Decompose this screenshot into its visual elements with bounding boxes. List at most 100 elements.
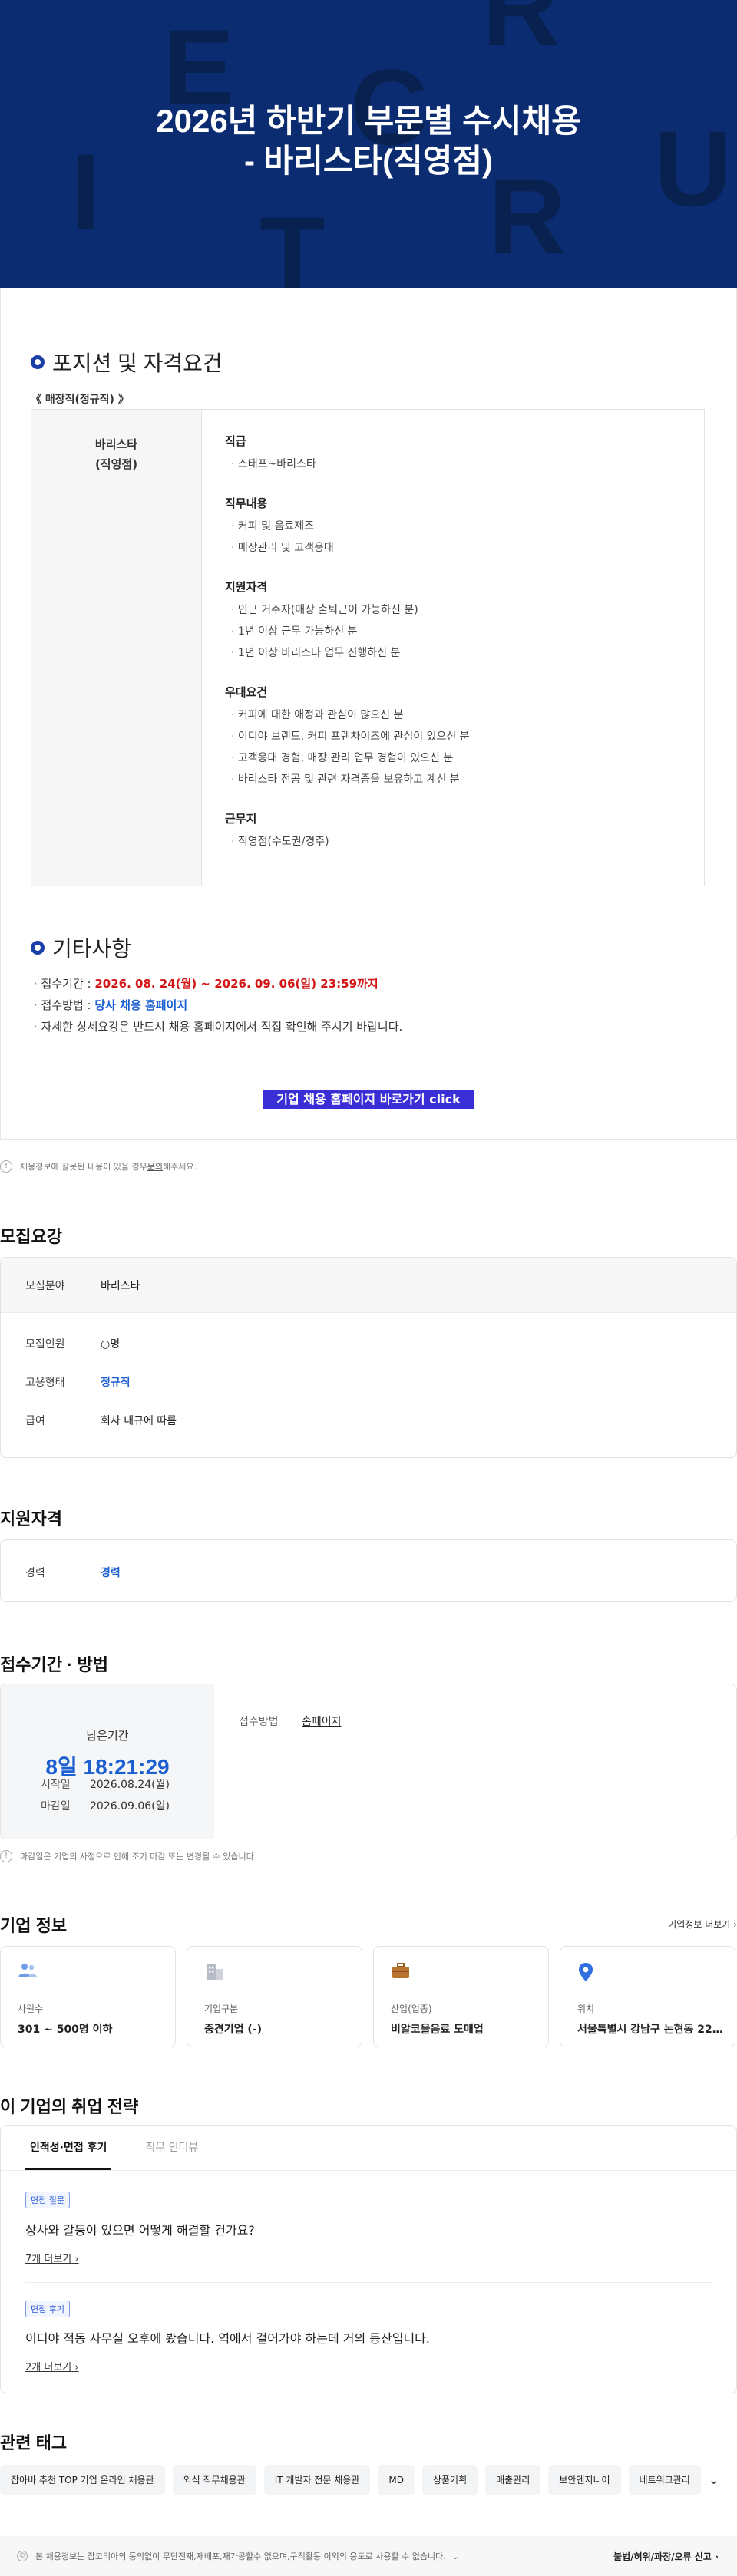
etc-list: 접수기간 : 2026. 08. 24(월) ~ 2026. 09. 06(일)… xyxy=(34,973,403,1037)
company-more-link[interactable]: 기업정보 더보기 › xyxy=(668,1918,737,1931)
recruit-pay-row: 급여 회사 내규에 따름 xyxy=(25,1415,177,1427)
req-group-location: 근무지 직영점(수도권/경주) xyxy=(225,810,681,853)
req-group-duties: 직무내용 커피 및 음료제조 매장관리 및 고객응대 xyxy=(225,495,681,559)
tag-item[interactable]: 보안엔지니어 xyxy=(548,2465,621,2495)
recruit-card: 모집분야 바리스타 모집인원 ○명 고용형태 정규직 급여 회사 내규에 따름 xyxy=(0,1257,737,1458)
recruit-banner: E R C U I T R 2026년 하반기 부문별 수시채용 - 바리스타(… xyxy=(0,0,737,288)
location-pin-icon xyxy=(577,1962,594,1987)
tag-item[interactable]: 외식 직무채용관 xyxy=(172,2465,256,2495)
interview-question-text[interactable]: 상사와 갈등이 있으면 어떻게 해결할 건가요? xyxy=(25,2220,255,2238)
category-label: 《 매장직(정규직) 》 xyxy=(31,394,129,406)
etc-period-value: 2026. 08. 24(월) ~ 2026. 09. 06(일) 23:59까… xyxy=(94,977,378,991)
deadline-notice: ! 마감일은 기업의 사정으로 인해 조기 마감 또는 변경될 수 있습니다 xyxy=(0,1850,254,1862)
item-divider xyxy=(25,2282,712,2283)
etc-period: 접수기간 : 2026. 08. 24(월) ~ 2026. 09. 06(일)… xyxy=(34,973,402,994)
requirements-table: 바리스타 (직영점) 직급 스태프~바리스타 직무내용 커피 및 음료제조 매장… xyxy=(31,409,705,886)
inquiry-link[interactable]: 문의 xyxy=(147,1160,163,1173)
tag-item[interactable]: 매출관리 xyxy=(485,2465,541,2495)
req-group-title: 지원자격 xyxy=(225,580,268,594)
company-card-type: 기업구분 중견기업 (-) xyxy=(187,1946,362,2047)
strategy-title: 이 기업의 취업 전략 xyxy=(0,2097,139,2116)
copyright-icon: © xyxy=(17,2551,28,2561)
circle-bullet-icon xyxy=(31,355,45,369)
banner-title-line2: - 바리스타(직영점) xyxy=(243,143,494,179)
role-line1: 바리스타 xyxy=(94,437,138,451)
req-group-title: 근무지 xyxy=(225,812,257,826)
tag-item[interactable]: 상품기획 xyxy=(421,2465,478,2495)
etc-method: 접수방법 : 당사 채용 홈페이지 xyxy=(34,994,402,1016)
etc-detail: 자세한 상세요강은 반드시 채용 홈페이지에서 직접 확인해 주시기 바랍니다. xyxy=(34,1016,403,1037)
req-group-title: 직급 xyxy=(225,434,246,448)
req-group-qualifications: 지원자격 인근 거주자(매장 출퇴근이 가능하신 분) 1년 이상 근무 가능하… xyxy=(225,579,681,664)
badge-interview-question: 면접 질문 xyxy=(25,2192,70,2208)
apply-card: 남은기간 8일 18:21:29 시작일 2026.08.24(월) 마감일 2… xyxy=(0,1684,737,1839)
end-date-row: 마감일 2026.09.06(일) xyxy=(41,1800,170,1812)
interview-question-more[interactable]: 7개 더보기 › xyxy=(25,2251,79,2265)
req-item: 매장관리 및 고객응대 xyxy=(225,537,681,559)
tag-item[interactable]: 네트워크관리 xyxy=(628,2465,701,2495)
req-group-rank: 직급 스태프~바리스타 xyxy=(225,433,681,475)
chevron-down-icon[interactable]: ⌄ xyxy=(452,2551,459,2561)
building-icon xyxy=(204,1962,224,1985)
req-item: 커피 및 음료제조 xyxy=(225,516,681,537)
etc-section-title: 기타사항 xyxy=(31,932,131,963)
banner-deco-letter: T xyxy=(259,194,326,289)
info-icon: ! xyxy=(0,1850,12,1862)
tag-item[interactable]: 잡아바 추천 TOP 기업 온라인 채용관 xyxy=(0,2465,165,2495)
position-section-title-text: 포지션 및 자격요건 xyxy=(52,351,223,375)
strategy-tabs: 인적성·면접 후기 직무 인터뷰 xyxy=(25,2126,232,2170)
start-date-row: 시작일 2026.08.24(월) xyxy=(41,1779,170,1791)
apply-title: 접수기간 · 방법 xyxy=(0,1655,108,1674)
info-icon: ! xyxy=(0,1160,12,1173)
qualification-card: 경력 경력 xyxy=(0,1539,737,1602)
req-item: 1년 이상 바리스타 업무 진행하신 분 xyxy=(225,642,681,664)
etc-section-title-text: 기타사항 xyxy=(52,937,132,961)
interview-review-text[interactable]: 이디야 적동 사무실 오후에 봤습니다. 역에서 걸어가야 하는데 거의 등산입… xyxy=(25,2328,430,2347)
apply-method-row: 접수방법 홈페이지 xyxy=(239,1713,342,1729)
interview-review-more[interactable]: 2개 더보기 › xyxy=(25,2359,79,2373)
tab-divider xyxy=(1,2170,736,2171)
requirements-detail: 직급 스태프~바리스타 직무내용 커피 및 음료제조 매장관리 및 고객응대 지… xyxy=(202,410,704,886)
recruit-field-row: 모집분야 바리스타 xyxy=(25,1280,140,1292)
tags-title: 관련 태그 xyxy=(0,2433,68,2452)
report-link[interactable]: 불법/허위/과장/오류 신고 › xyxy=(613,2550,719,2563)
people-icon xyxy=(18,1962,38,1984)
position-section-title: 포지션 및 자격요건 xyxy=(31,347,223,378)
career-row: 경력 경력 xyxy=(25,1567,121,1579)
remaining-period-panel: 남은기간 8일 18:21:29 시작일 2026.08.24(월) 마감일 2… xyxy=(1,1684,214,1839)
tag-list: 잡아바 추천 TOP 기업 온라인 채용관 외식 직무채용관 IT 개발자 전문… xyxy=(0,2465,703,2495)
chevron-right-icon: › xyxy=(74,2362,79,2373)
recruit-type-row: 고용형태 정규직 xyxy=(25,1377,131,1389)
tab-job-interview[interactable]: 직무 인터뷰 xyxy=(145,2126,198,2170)
tag-item[interactable]: MD xyxy=(378,2465,415,2495)
banner-title-line1: 2026년 하반기 부문별 수시채용 xyxy=(156,103,581,139)
req-item: 인근 거주자(매장 출퇴근이 가능하신 분) xyxy=(225,599,681,621)
req-item: 바리스타 전공 및 관련 자격증을 보유하고 계신 분 xyxy=(225,769,681,790)
chevron-right-icon: › xyxy=(74,2254,79,2265)
chevron-down-icon[interactable]: ⌄ xyxy=(709,2472,719,2487)
req-group-title: 우대요건 xyxy=(225,685,268,699)
role-cell: 바리스타 (직영점) xyxy=(31,410,202,886)
company-card-industry: 산업(업종) 비알코올음료 도매업 xyxy=(373,1946,549,2047)
banner-deco-letter: R xyxy=(482,0,560,68)
tab-interview-review[interactable]: 인적성·면접 후기 xyxy=(25,2126,112,2170)
tag-item[interactable]: IT 개발자 전문 채용관 xyxy=(263,2465,371,2495)
company-card-employees: 사원수 301 ~ 500명 이하 xyxy=(0,1946,176,2047)
error-report-notice: ! 채용정보에 잘못된 내용이 있을 경우 문의 해주세요. xyxy=(0,1160,197,1173)
company-card-location: 위치 서울특별시 강남구 논현동 221-… xyxy=(560,1946,735,2047)
company-homepage-button[interactable]: 기업 채용 홈페이지 바로가기 click xyxy=(263,1090,474,1109)
chevron-right-icon: › xyxy=(733,1919,737,1930)
briefcase-icon xyxy=(391,1962,411,1984)
etc-method-value: 당사 채용 홈페이지 xyxy=(94,998,188,1012)
badge-interview-review: 면접 후기 xyxy=(25,2301,70,2317)
recruit-count-row: 모집인원 ○명 xyxy=(25,1338,121,1351)
req-item: 1년 이상 근무 가능하신 분 xyxy=(225,621,681,642)
apply-homepage-link[interactable]: 홈페이지 xyxy=(302,1713,342,1729)
req-item: 고객응대 경험, 매장 관리 업무 경험이 있으신 분 xyxy=(225,747,681,769)
qualification-title: 지원자격 xyxy=(0,1509,62,1529)
footer-bar: © 본 채용정보는 잡코리아의 동의없이 무단전재,재배포,재가공할수 없으며,… xyxy=(0,2536,737,2576)
circle-bullet-icon xyxy=(31,941,45,955)
req-group-title: 직무내용 xyxy=(225,496,268,510)
banner-title: 2026년 하반기 부문별 수시채용 - 바리스타(직영점) xyxy=(0,101,737,181)
req-item: 직영점(수도권/경주) xyxy=(225,831,681,853)
